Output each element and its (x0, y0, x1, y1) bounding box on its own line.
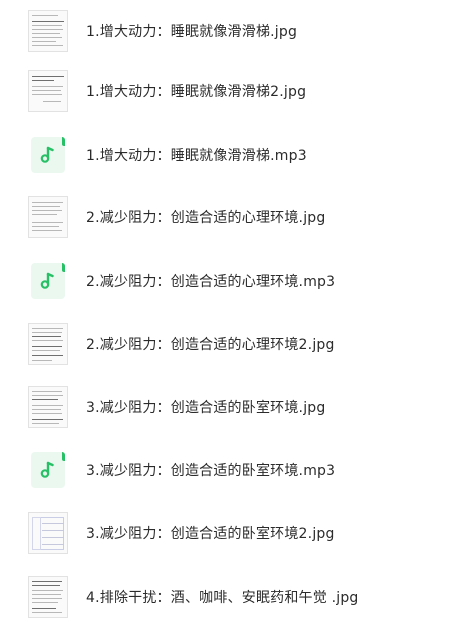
document-image-icon (28, 10, 68, 52)
file-row[interactable]: 1.增大动力：睡眠就像滑滑梯2.jpg (0, 60, 467, 122)
file-row[interactable]: 3.减少阻力：创造合适的卧室环境.mp3 (0, 439, 467, 501)
file-name: 4.排除干扰：酒、咖啡、安眠药和午觉 .jpg (86, 590, 359, 606)
document-image-icon (28, 323, 68, 365)
file-row[interactable]: 2.减少阻力：创造合适的心理环境.jpg (0, 186, 467, 248)
music-note-icon (31, 137, 65, 173)
music-note-icon (31, 263, 65, 299)
file-row[interactable]: 2.减少阻力：创造合适的心理环境.mp3 (0, 250, 467, 312)
file-name: 3.减少阻力：创造合适的卧室环境.jpg (86, 400, 326, 416)
file-thumbnail (0, 323, 86, 365)
file-name: 2.减少阻力：创造合适的心理环境2.jpg (86, 337, 335, 353)
file-thumbnail (0, 10, 86, 52)
file-name: 1.增大动力：睡眠就像滑滑梯.jpg (86, 24, 298, 40)
file-thumbnail (0, 576, 86, 618)
file-list: 1.增大动力：睡眠就像滑滑梯.jpg 1.增大动力：睡眠就像滑滑梯2.jpg 1… (0, 0, 467, 625)
file-name: 2.减少阻力：创造合适的心理环境.jpg (86, 210, 326, 226)
document-image-icon (28, 196, 68, 238)
file-name: 1.增大动力：睡眠就像滑滑梯.mp3 (86, 148, 307, 164)
file-row[interactable]: 3.减少阻力：创造合适的卧室环境2.jpg (0, 502, 467, 564)
table-image-icon (28, 512, 68, 554)
file-thumbnail (0, 196, 86, 238)
file-row[interactable]: 1.增大动力：睡眠就像滑滑梯.jpg (0, 0, 467, 62)
document-image-icon (28, 70, 68, 112)
music-note-icon (31, 452, 65, 488)
document-image-icon (28, 576, 68, 618)
file-thumbnail (0, 263, 86, 299)
file-name: 3.减少阻力：创造合适的卧室环境2.jpg (86, 526, 335, 542)
file-name: 1.增大动力：睡眠就像滑滑梯2.jpg (86, 84, 307, 100)
file-thumbnail (0, 452, 86, 488)
file-row[interactable]: 3.减少阻力：创造合适的卧室环境.jpg (0, 376, 467, 438)
file-name: 2.减少阻力：创造合适的心理环境.mp3 (86, 274, 336, 290)
file-name: 3.减少阻力：创造合适的卧室环境.mp3 (86, 463, 336, 479)
file-row[interactable]: 2.减少阻力：创造合适的心理环境2.jpg (0, 313, 467, 375)
file-thumbnail (0, 512, 86, 554)
file-thumbnail (0, 386, 86, 428)
file-row[interactable]: 1.增大动力：睡眠就像滑滑梯.mp3 (0, 124, 467, 186)
document-image-icon (28, 386, 68, 428)
file-thumbnail (0, 137, 86, 173)
file-thumbnail (0, 70, 86, 112)
file-row[interactable]: 4.排除干扰：酒、咖啡、安眠药和午觉 .jpg (0, 566, 467, 628)
